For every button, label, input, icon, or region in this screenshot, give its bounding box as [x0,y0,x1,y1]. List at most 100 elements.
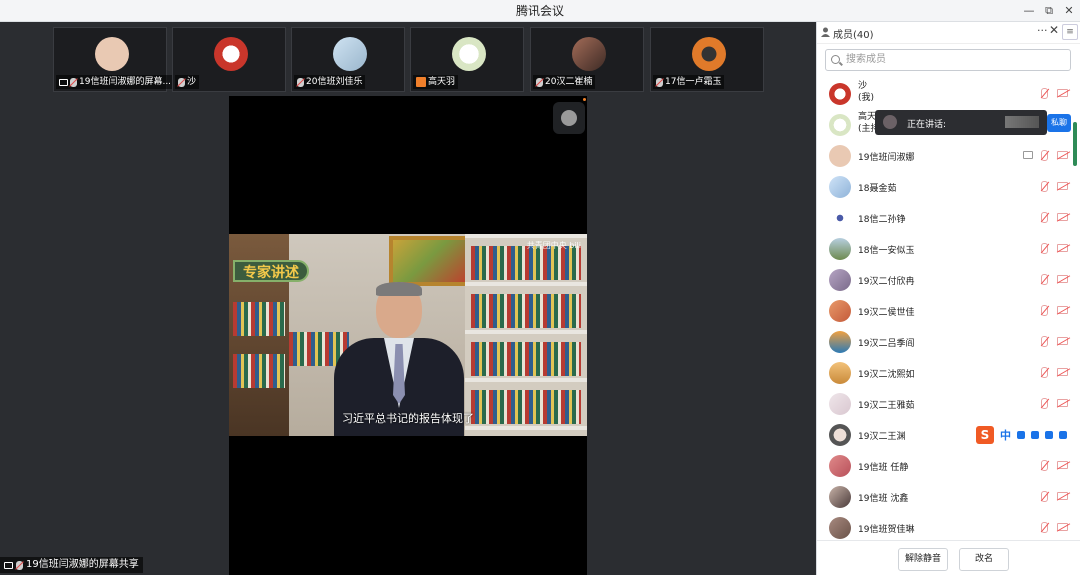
voice-input-icon[interactable] [1031,431,1039,439]
participant-thumb[interactable]: 沙 [172,27,286,92]
thumb-caption: 20汉二崔楠 [533,75,596,89]
avatar [829,455,851,477]
video-off-icon[interactable] [1057,368,1068,376]
punctuation-icon[interactable] [1017,431,1025,439]
mic-muted-icon [178,77,185,87]
member-row[interactable]: 19汉二沈熙如 [817,358,1073,389]
more-icon[interactable]: ··· [1037,24,1048,37]
avatar [829,269,851,291]
participant-thumb[interactable]: 20汉二崔楠 [530,27,644,92]
panel-menu-icon[interactable]: ≡ [1062,24,1078,40]
mic-muted-icon[interactable] [1041,398,1048,409]
member-row[interactable]: 18信一安似玉 [817,234,1073,265]
member-list[interactable]: 沙(我) 高天羽(主持人) 19信班闫淑娜 18聂金茹 18信二孙铮 [817,79,1080,539]
member-name: 18聂金茹 [858,184,897,194]
thumb-caption: 20信班刘佳乐 [294,75,366,89]
host-icon [416,77,426,87]
video-off-icon[interactable] [1057,182,1068,190]
video-off-icon[interactable] [1057,523,1068,531]
member-row[interactable]: 19信班闫淑娜 [817,141,1073,172]
mic-muted-icon[interactable] [1041,212,1048,223]
member-role: (我) [858,93,875,103]
member-row[interactable]: 19汉二吕季阎 [817,327,1073,358]
mic-muted-icon[interactable] [1041,181,1048,192]
thumb-label: 17信一卢霜玉 [665,77,722,87]
participant-thumb[interactable]: 20信班刘佳乐 [291,27,405,92]
restore-icon[interactable]: ⧉ [1038,0,1060,22]
video-watermark: 共青团中央 bili [526,241,581,250]
screen-share-icon [59,78,68,86]
participant-thumb[interactable]: 19信班闫淑娜的屏幕... [53,27,175,92]
avatar [829,517,851,539]
mic-muted-icon[interactable] [1041,305,1048,316]
shared-screen[interactable]: 专家讲述 共青团中央 bili 习近平总书记的报告体现了 [229,96,587,575]
video-subtitle: 习近平总书记的报告体现了 [342,412,474,425]
books [233,354,285,388]
avatar [829,83,851,105]
search-input[interactable]: 搜索成员 [825,49,1071,71]
scrollbar[interactable] [1073,122,1077,166]
ime-lang-toggle[interactable]: 中 [1000,427,1011,443]
member-row[interactable]: 19信班 任静 [817,451,1073,482]
toolbox-icon[interactable] [1059,431,1067,439]
video-off-icon[interactable] [1057,337,1068,345]
panel-footer: 解除静音 改名 [817,540,1080,575]
video-frame: 专家讲述 共青团中央 bili 习近平总书记的报告体现了 [229,234,587,436]
title-bar: 腾讯会议 — ⧉ ✕ [0,0,1080,22]
mic-muted-icon[interactable] [1041,460,1048,471]
video-off-icon[interactable] [1057,461,1068,469]
avatar [829,238,851,260]
member-row[interactable]: 19汉二侯世佳 [817,296,1073,327]
thumb-label: 高天羽 [428,77,456,87]
close-icon[interactable]: ✕ [1058,0,1080,22]
mic-muted-icon[interactable] [1041,274,1048,285]
video-off-icon[interactable] [1057,89,1068,97]
private-chat-button[interactable]: 私聊 [1047,114,1071,132]
minimize-icon[interactable]: — [1018,0,1040,22]
member-row[interactable]: 19信班 沈鑫 [817,482,1073,513]
member-row[interactable]: 18聂金茹 [817,172,1073,203]
ime-toolbar[interactable]: S 中 [974,424,1080,446]
member-row[interactable]: 沙 (我) [817,79,1073,110]
member-row[interactable]: 19汉二付欣冉 [817,265,1073,296]
unmute-all-button[interactable]: 解除静音 [898,548,948,571]
video-badge: 专家讲述 [233,260,309,282]
member-name: 19信班 任静 [858,463,909,473]
mic-muted-icon[interactable] [1041,491,1048,502]
video-off-icon[interactable] [1057,244,1068,252]
video-off-icon[interactable] [1057,151,1068,159]
avatar [829,393,851,415]
member-row[interactable]: 18信二孙铮 [817,203,1073,234]
thumb-caption: 高天羽 [413,75,459,89]
screen-share-icon [1023,151,1033,159]
panel-close-icon[interactable]: ✕ [1049,23,1059,37]
mic-muted-icon[interactable] [1041,243,1048,254]
participant-thumb[interactable]: 17信一卢霜玉 [650,27,764,92]
video-off-icon[interactable] [1057,492,1068,500]
mic-muted-icon [536,77,543,87]
video-off-icon[interactable] [1057,306,1068,314]
mic-muted-icon[interactable] [1041,336,1048,347]
mic-muted-icon[interactable] [1041,88,1048,99]
video-off-icon[interactable] [1057,275,1068,283]
avatar [829,176,851,198]
video-off-icon[interactable] [1057,399,1068,407]
video-off-icon[interactable] [1057,213,1068,221]
member-name: 19汉二沈熙如 [858,370,915,380]
mic-muted-icon[interactable] [1041,367,1048,378]
keyboard-icon[interactable] [1045,431,1053,439]
thumb-caption: 19信班闫淑娜的屏幕... [56,75,175,89]
avatar [829,300,851,322]
participant-thumb[interactable]: 高天羽 [410,27,524,92]
avatar [829,207,851,229]
app-window: 腾讯会议 — ⧉ ✕ 19信班闫淑娜的屏幕... 沙 20信班刘佳乐 高天羽 2… [0,0,1080,575]
member-row[interactable]: 19汉二王雅茹 [817,389,1073,420]
mic-muted-icon[interactable] [1041,522,1048,533]
mic-muted-icon[interactable] [1041,150,1048,161]
member-row[interactable]: 19信班贺佳琳 [817,513,1073,539]
rename-button[interactable]: 改名 [959,548,1009,571]
thumb-label: 20信班刘佳乐 [306,77,363,87]
member-name: 19汉二王雅茹 [858,401,915,411]
thumb-caption: 沙 [175,75,200,89]
camera-preview[interactable] [553,102,585,134]
